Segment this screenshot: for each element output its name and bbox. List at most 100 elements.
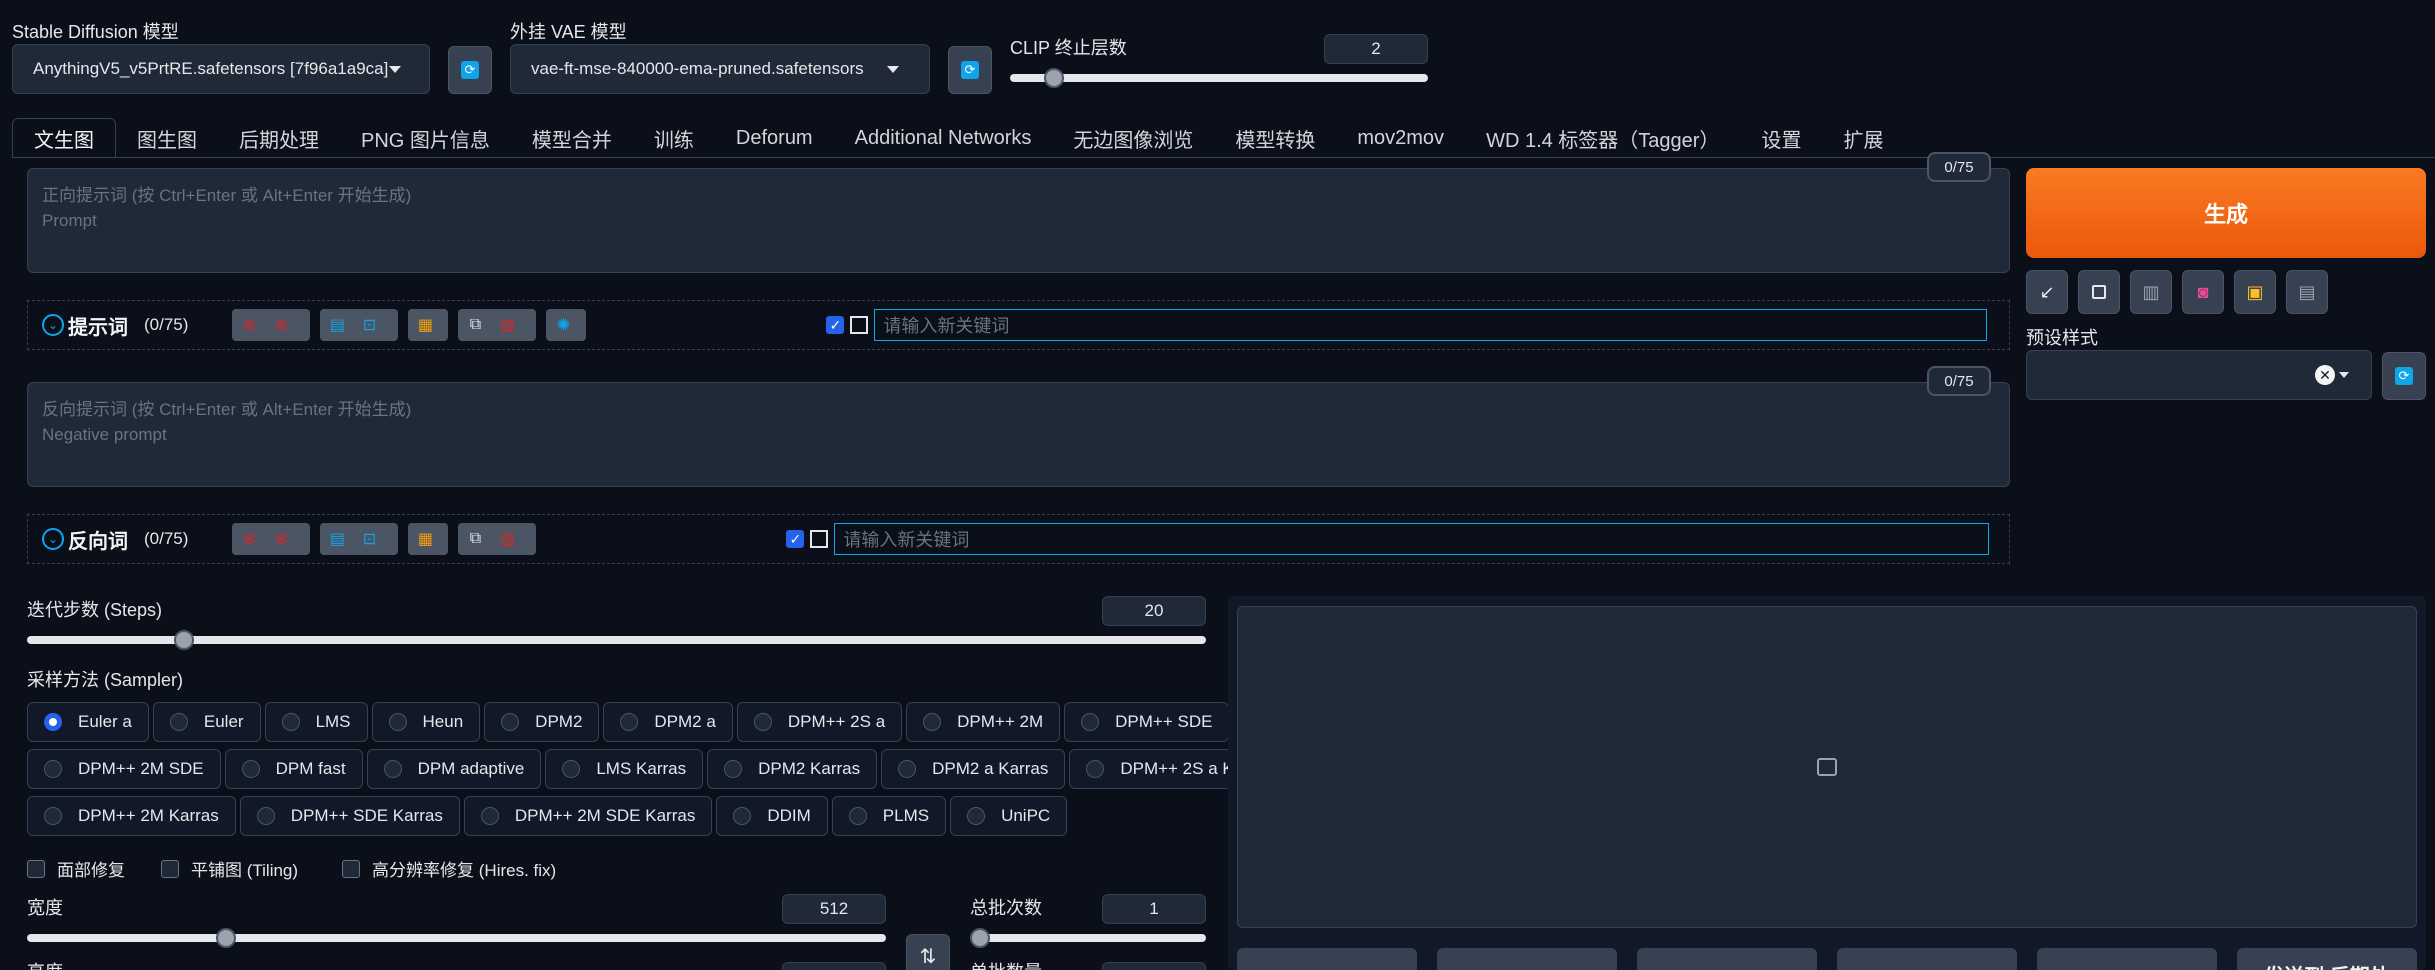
output-action-button-5[interactable] [2037, 948, 2217, 970]
tab-model-merge[interactable]: 模型合并 [511, 118, 633, 158]
tab-mov2mov[interactable]: mov2mov [1336, 118, 1465, 158]
copy-icon[interactable]: ⧉ [462, 527, 488, 551]
prompt-textarea[interactable]: 正向提示词 (按 Ctrl+Enter 或 Alt+Enter 开始生成) Pr… [27, 168, 2010, 273]
sampler-option[interactable]: UniPC [950, 796, 1068, 836]
sampler-option[interactable]: DPM2 Karras [707, 749, 878, 789]
face-restore-checkbox[interactable] [27, 859, 45, 878]
chevron-down-icon[interactable]: ⌄ [42, 528, 64, 550]
output-action-button-2[interactable] [1437, 948, 1617, 970]
clip-slider-thumb[interactable] [1044, 68, 1064, 88]
batch-size-value-input[interactable] [1102, 962, 1206, 970]
negative-keyword-checkbox[interactable]: ✓ [786, 530, 805, 548]
tiling-checkbox[interactable] [161, 859, 179, 878]
translate-all-icon[interactable]: ⊛ [268, 313, 294, 337]
tab-img2img[interactable]: 图生图 [116, 118, 218, 158]
style-refresh-button[interactable]: ⟳ [2382, 352, 2426, 400]
style-select[interactable]: ✕ [2026, 350, 2372, 400]
generate-button[interactable]: 生成 [2026, 168, 2426, 258]
sidebar-toggle-icon[interactable] [850, 316, 869, 334]
tab-settings[interactable]: 设置 [1740, 118, 1822, 158]
sampler-option[interactable]: DPM++ 2S a [736, 702, 903, 742]
sampler-option[interactable]: DPM adaptive [366, 749, 542, 789]
sampler-option[interactable]: DPM++ SDE [1064, 702, 1230, 742]
history-icon[interactable]: ▤ [324, 527, 350, 551]
chevron-down-icon[interactable]: ⌄ [42, 314, 64, 336]
apply-style-button[interactable]: ▣ [2234, 270, 2276, 314]
bookmark-icon[interactable]: ⊡ [356, 527, 382, 551]
output-action-button-3[interactable] [1637, 948, 1817, 970]
batch-count-slider-thumb[interactable] [970, 928, 990, 948]
batch-count-value-input[interactable]: 1 [1102, 894, 1206, 924]
steps-slider-track[interactable] [27, 636, 1206, 644]
sampler-option[interactable]: DPM++ 2M SDE [27, 749, 221, 789]
trash-icon[interactable]: ▥ [494, 527, 520, 551]
height-value-input[interactable] [782, 962, 886, 970]
prompt-keyword-checkbox[interactable]: ✓ [826, 316, 845, 334]
batch-count-slider-track[interactable] [970, 934, 1206, 942]
translate-icon[interactable]: ⊛ [236, 313, 262, 337]
sampler-option[interactable]: DPM2 a [603, 702, 733, 742]
sampler-option[interactable]: DPM2 a Karras [881, 749, 1066, 789]
trash-button[interactable]: ▥ [2130, 270, 2172, 314]
hires-fix-checkbox[interactable] [342, 859, 361, 878]
edit-icon[interactable]: ▦ [412, 527, 438, 551]
steps-value-input[interactable]: 20 [1102, 596, 1206, 626]
tab-tagger[interactable]: WD 1.4 标签器（Tagger） [1465, 118, 1740, 158]
sidebar-toggle-icon[interactable] [810, 530, 829, 548]
openai-icon[interactable]: ✺ [550, 313, 576, 337]
sd-model-select[interactable]: AnythingV5_v5PrtRE.safetensors [7f96a1a9… [12, 44, 430, 94]
swap-dimensions-button[interactable]: ⇅ [906, 934, 950, 970]
output-action-button-1[interactable] [1237, 948, 1417, 970]
width-slider-track[interactable] [27, 934, 886, 942]
sampler-option[interactable]: Euler [152, 702, 261, 742]
send-to-extras-button[interactable]: 发送到 后期处 [2237, 948, 2417, 970]
tab-image-browser[interactable]: 无边图像浏览 [1052, 118, 1214, 158]
edit-icon[interactable]: ▦ [412, 313, 438, 337]
sampler-option[interactable]: LMS Karras [545, 749, 704, 789]
sampler-option[interactable]: LMS [264, 702, 368, 742]
sampler-option[interactable]: PLMS [831, 796, 947, 836]
tab-deforum[interactable]: Deforum [715, 118, 834, 158]
read-params-button[interactable]: ↙ [2026, 270, 2068, 314]
negative-keyword-input[interactable]: 请输入新关键词 [834, 523, 1990, 555]
tab-extensions[interactable]: 扩展 [1822, 118, 1904, 158]
sampler-option[interactable]: DPM++ 2M [906, 702, 1061, 742]
trash-icon[interactable]: ▥ [494, 313, 520, 337]
tab-png-info[interactable]: PNG 图片信息 [340, 118, 511, 158]
tab-txt2img[interactable]: 文生图 [12, 118, 116, 158]
output-action-button-4[interactable] [1837, 948, 2017, 970]
sampler-option[interactable]: DPM++ 2M Karras [27, 796, 236, 836]
width-slider-thumb[interactable] [216, 928, 236, 948]
sampler-option[interactable]: Euler a [27, 702, 149, 742]
tab-additional-networks[interactable]: Additional Networks [834, 118, 1053, 158]
extra-networks-button[interactable]: ◙ [2182, 270, 2224, 314]
negative-prompt-textarea[interactable]: 反向提示词 (按 Ctrl+Enter 或 Alt+Enter 开始生成) Ne… [27, 382, 2010, 487]
clear-prompt-button[interactable] [2078, 270, 2120, 314]
translate-icon[interactable]: ⊛ [236, 527, 262, 551]
tab-model-convert[interactable]: 模型转换 [1214, 118, 1336, 158]
clip-slider-track[interactable] [1010, 74, 1428, 82]
output-image-area[interactable] [1237, 606, 2417, 928]
save-style-button[interactable]: ▤ [2286, 270, 2328, 314]
translate-all-icon[interactable]: ⊛ [268, 527, 294, 551]
bookmark-icon[interactable]: ⊡ [356, 313, 382, 337]
width-value-input[interactable]: 512 [782, 894, 886, 924]
tab-train[interactable]: 训练 [633, 118, 715, 158]
sampler-option[interactable]: DPM++ SDE Karras [239, 796, 460, 836]
tab-extras[interactable]: 后期处理 [218, 118, 340, 158]
sd-model-refresh-button[interactable]: ⟳ [448, 46, 492, 94]
sampler-option[interactable]: DDIM [716, 796, 828, 836]
clear-icon[interactable]: ✕ [2315, 365, 2335, 385]
vae-select[interactable]: vae-ft-mse-840000-ema-pruned.safetensors [510, 44, 930, 94]
prompt-keyword-input[interactable]: 请输入新关键词 [874, 309, 1988, 341]
clip-value-input[interactable]: 2 [1324, 34, 1428, 64]
sampler-option[interactable]: DPM++ 2M SDE Karras [463, 796, 713, 836]
history-icon[interactable]: ▤ [324, 313, 350, 337]
radio-icon [923, 713, 942, 731]
sampler-option[interactable]: DPM fast [224, 749, 363, 789]
sampler-option[interactable]: Heun [371, 702, 481, 742]
sampler-option[interactable]: DPM2 [484, 702, 600, 742]
steps-slider-thumb[interactable] [174, 630, 194, 650]
vae-refresh-button[interactable]: ⟳ [948, 46, 992, 94]
copy-icon[interactable]: ⧉ [462, 313, 488, 337]
